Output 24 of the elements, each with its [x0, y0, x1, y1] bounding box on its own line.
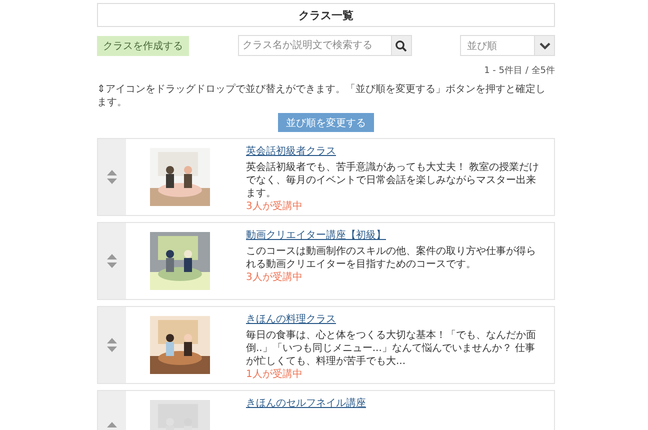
class-description: 英会話初級者でも、苦手意識があっても大丈夫！ 教室の授業だけでなく、毎月のイベントで日常会話を楽しみながらマスター出来ます。 [246, 161, 540, 200]
up-down-arrow-icon[interactable] [107, 338, 117, 352]
result-count: 1 - 5件目 / 全5件 [484, 66, 555, 76]
class-description: 毎日の食事は、心と体をつくる大切な基本！「でも、なんだか面倒..」「いつも同じメニュー...」なんて悩んでいませんか？ 仕事が忙しくても、料理が苦手でも大... [246, 329, 537, 368]
page-title: クラス一覧 [298, 8, 354, 22]
chevron-down-icon[interactable] [534, 36, 554, 55]
search-icon[interactable] [390, 36, 410, 55]
enrollment-count: 1人が受講中 [246, 368, 302, 381]
drag-handle[interactable] [98, 307, 126, 383]
class-title-link[interactable]: きほんの料理クラス [246, 312, 336, 326]
instruction-text: ⇕アイコンをドラッグドロップで並び替えができます。「並び順を変更する」ボタンを押すと確定します。 [97, 83, 546, 109]
class-title-link[interactable]: 動画クリエイター講座【初級】 [246, 228, 386, 242]
drag-handle[interactable] [98, 139, 126, 215]
up-down-arrow-icon[interactable] [107, 254, 117, 268]
enrollment-count: 3人が受講中 [246, 200, 302, 213]
sort-dropdown[interactable]: 並び順 [460, 35, 555, 56]
class-description: このコースは動画制作のスキルの他、案件の取り方や仕事が得られる動画クリエイターを目指すためのコースです。 [246, 245, 537, 271]
up-down-arrow-icon[interactable] [107, 170, 117, 184]
search-field[interactable]: クラス名か説明文で検索する [238, 35, 412, 56]
create-class-button[interactable]: クラスを作成する [97, 36, 189, 56]
drag-handle[interactable] [98, 223, 126, 299]
enrollment-count: 3人が受講中 [246, 271, 302, 284]
class-title-link[interactable]: 英会話初級者クラス [246, 144, 336, 158]
class-title-link[interactable]: きほんのセルフネイル講座 [246, 396, 366, 410]
